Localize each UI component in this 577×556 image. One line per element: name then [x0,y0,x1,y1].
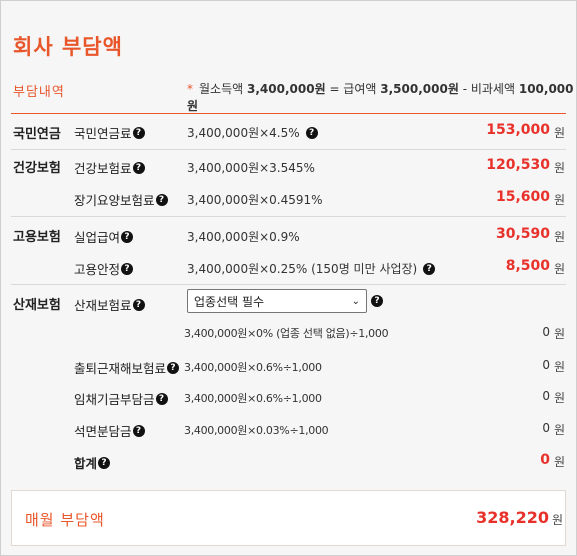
category-industrial-accident: 산재보험 [13,298,61,313]
item-wage-claim: 임채기금부담금 ? [74,389,168,408]
amount-industrial-accident: 0 [542,325,550,339]
item-unemployment-benefit: 실업급여 ? [74,227,134,246]
help-icon[interactable]: ? [423,262,436,275]
help-icon[interactable]: ? [132,298,145,311]
calc-commute-accident: 3,400,000원×0.6%÷1,000 [184,361,322,374]
amount-asbestos: 0 [542,421,550,435]
amount-commute-accident: 0 [542,358,550,372]
item-long-term-care: 장기요양보험료 ? [74,190,168,209]
help-icon[interactable]: ? [121,262,134,275]
help-icon[interactable]: ? [155,193,168,206]
unit: 원 [553,360,565,374]
calc-wage-claim: 3,400,000원×0.6%÷1,000 [184,392,322,405]
amount-national-pension: 153,000 [486,122,550,138]
unit: 원 [553,126,565,140]
help-icon[interactable]: ? [155,392,168,405]
unit: 원 [553,423,565,437]
company-burden-panel: 회사 부담액 부담내역 * 월소득액 3,400,000원 = 급여액 3,500… [0,0,577,556]
item-national-pension: 국민연금료 ? [74,123,145,142]
calc-unemployment-benefit: 3,400,000원×0.9% [187,230,300,244]
unit: 원 [553,193,565,207]
calc-health-insurance: 3,400,000원×3.545% [187,161,315,175]
help-icon[interactable]: ? [132,161,145,174]
help-icon[interactable]: ? [371,295,383,307]
calc-industrial-accident: 3,400,000원×0% (업종 선택 없음)÷1,000 [184,327,389,340]
amount-employment-stability: 8,500 [505,258,550,274]
page-title: 회사 부담액 [13,35,123,59]
help-icon[interactable]: ? [98,456,111,469]
category-health-insurance: 건강보험 [13,161,61,176]
monthly-total-label: 매월 부담액 [25,511,105,529]
chevron-down-icon: ⌄ [351,295,360,307]
unit: 원 [553,327,565,341]
item-asbestos: 석면분담금 ? [74,421,145,440]
unit: 원 [553,455,565,469]
row-divider [11,149,566,150]
monthly-total-box: 매월 부담액 328,220 원 [11,490,566,546]
row-divider [11,284,566,285]
asterisk: * [187,82,193,96]
item-subtotal: 합계 ? [74,453,111,472]
calc-long-term-care: 3,400,000원×0.4591% [187,193,323,207]
calc-national-pension: 3,400,000원×4.5% ? [187,124,318,141]
category-employment-insurance: 고용보험 [13,230,61,245]
help-icon[interactable]: ? [167,361,180,374]
unit: 원 [551,513,563,527]
unit: 원 [553,161,565,175]
row-divider [11,216,566,217]
calc-employment-stability: 3,400,000원×0.25% (150명 미만 사업장) ? [187,260,436,277]
amount-health-insurance: 120,530 [486,157,550,173]
industry-select[interactable]: 업종선택 필수 ⌄ [187,289,367,313]
category-national-pension: 국민연금 [13,127,61,142]
unit: 원 [553,391,565,405]
unit: 원 [553,230,565,244]
amount-unemployment-benefit: 30,590 [495,226,550,242]
help-icon[interactable]: ? [121,230,134,243]
monthly-total-amount: 328,220 [476,508,549,527]
unit: 원 [553,262,565,276]
item-commute-accident: 출퇴근재해보험료 ? [74,358,180,377]
help-icon[interactable]: ? [132,424,145,437]
amount-subtotal: 0 [540,452,550,468]
section-divider [11,113,566,114]
help-icon[interactable]: ? [132,126,145,139]
section-label: 부담내역 [13,85,65,100]
item-employment-stability: 고용안정 ? [74,259,134,278]
amount-wage-claim: 0 [542,389,550,403]
calc-asbestos: 3,400,000원×0.03%÷1,000 [184,424,329,437]
amount-long-term-care: 15,600 [495,189,550,205]
income-formula: * 월소득액 3,400,000원 = 급여액 3,500,000원 - 비과세액… [187,82,574,113]
item-industrial-accident: 산재보험료 ? [74,295,145,314]
item-health-insurance: 건강보험료 ? [74,158,145,177]
help-icon[interactable]: ? [305,126,318,139]
